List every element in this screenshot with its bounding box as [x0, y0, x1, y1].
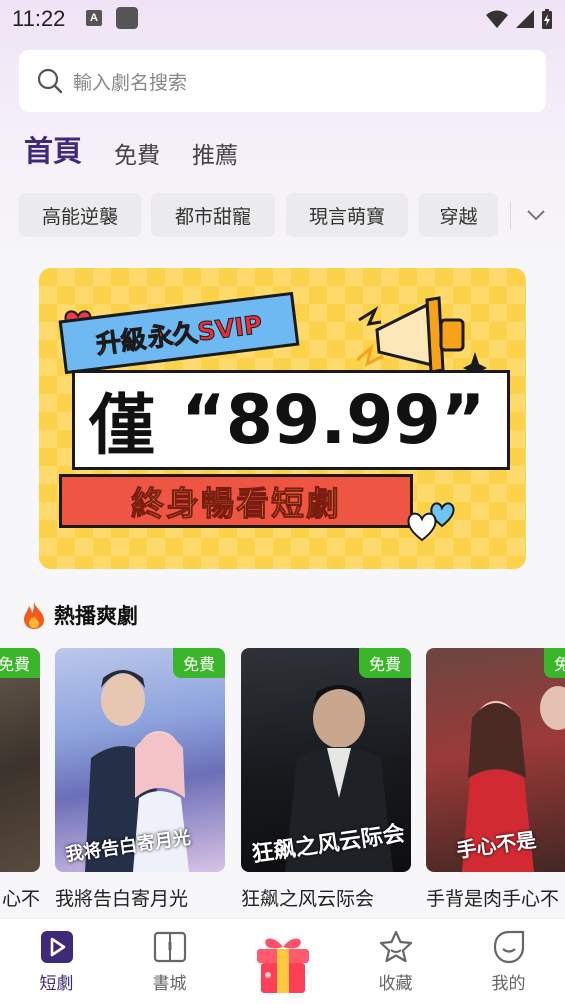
- top-tabs: 首頁 免費 推薦: [24, 128, 238, 170]
- megaphone-icon: [357, 296, 487, 380]
- bottom-tabbar: 短劇 書城 收藏 我的: [0, 918, 565, 1004]
- ribbon-prefix: 升級: [94, 324, 148, 360]
- play-icon: [40, 931, 73, 963]
- tab-free[interactable]: 免費: [114, 136, 160, 170]
- genre-chip[interactable]: 穿越: [419, 193, 498, 237]
- fire-icon: [24, 602, 44, 629]
- chip-divider: [510, 201, 511, 229]
- search-icon: [37, 68, 63, 94]
- drama-poster: 免費 狂飙之风云际会: [241, 648, 411, 872]
- drama-card[interactable]: 免費 心不: [0, 648, 40, 911]
- star-icon: [379, 930, 412, 963]
- profile-icon: [493, 930, 524, 964]
- price-value: “89.99”: [181, 380, 486, 460]
- tab-gift[interactable]: [226, 919, 339, 1004]
- tab-profile[interactable]: 我的: [452, 919, 565, 1004]
- tab-bookstore[interactable]: 書城: [113, 919, 226, 1004]
- drama-poster: 免費 我将告白寄月光: [55, 648, 225, 872]
- drama-card[interactable]: 免費 狂飙之风云际会 狂飙之风云际会: [241, 648, 411, 911]
- free-badge: 免費: [172, 648, 225, 678]
- promo-banner[interactable]: 升級 永久SVIP 僅 “89.99” 終身暢看短劇: [39, 268, 526, 569]
- drama-title: 狂飙之风云际会: [241, 888, 375, 910]
- notification-square-icon: [116, 7, 138, 29]
- status-bar: 11:22 A: [0, 0, 565, 40]
- battery-icon: [542, 9, 552, 29]
- tab-short-drama[interactable]: 短劇: [0, 919, 113, 1004]
- ribbon-highlight: 永久SVIP: [146, 309, 265, 353]
- drama-card[interactable]: 免費 手心不是 手背是肉手心不: [426, 648, 565, 911]
- chevron-down-icon[interactable]: [524, 203, 548, 227]
- genre-chip[interactable]: 現言萌寶: [286, 193, 408, 237]
- banner-subtitle: 終身暢看短劇: [131, 484, 341, 524]
- signal-icon: [516, 10, 534, 28]
- drama-poster: 免費: [0, 648, 40, 872]
- tab-home[interactable]: 首頁: [24, 128, 82, 170]
- genre-chips: 高能逆襲 都市甜寵 現言萌寶 穿越: [19, 193, 565, 237]
- drama-title: 手背是肉手心不: [426, 888, 560, 910]
- drama-card-list: 免費 心不 免費 我将告白寄月光 我將告白寄月光 免費 狂飙之风云际会 狂飙之风…: [0, 648, 565, 918]
- drama-title: 我將告白寄月光: [55, 888, 189, 910]
- genre-chip[interactable]: 都市甜寵: [151, 193, 275, 237]
- gift-icon: [256, 938, 309, 993]
- banner-ribbon: 升級 永久SVIP: [58, 291, 300, 375]
- genre-chip[interactable]: 高能逆襲: [19, 193, 141, 237]
- status-time: 11:22: [12, 6, 66, 31]
- banner-price-box: 僅 “89.99”: [72, 370, 510, 470]
- tab-label: 短劇: [39, 974, 74, 994]
- wifi-icon: [486, 10, 508, 28]
- free-badge: 免費: [543, 648, 565, 678]
- tab-label: 我的: [491, 974, 526, 994]
- search-placeholder: 輸入劇名搜索: [73, 71, 188, 94]
- drama-title: 心不: [1, 888, 40, 910]
- hot-section-header: 熱播爽劇: [20, 600, 138, 630]
- book-icon: [153, 931, 186, 963]
- banner-subtitle-box: 終身暢看短劇: [59, 474, 413, 528]
- drama-card[interactable]: 免費 我将告白寄月光 我將告白寄月光: [55, 648, 225, 911]
- tab-label: 收藏: [378, 974, 413, 994]
- free-badge: 免費: [358, 648, 411, 678]
- tab-label: 書城: [152, 974, 187, 994]
- drama-poster: 免費 手心不是: [426, 648, 565, 872]
- heart-icon: [407, 502, 455, 542]
- notification-a-icon: A: [86, 10, 102, 26]
- price-label: 僅: [89, 387, 155, 464]
- tab-favorites[interactable]: 收藏: [339, 919, 452, 1004]
- search-input[interactable]: 輸入劇名搜索: [19, 50, 546, 112]
- section-title: 熱播爽劇: [54, 604, 138, 628]
- tab-recommend[interactable]: 推薦: [192, 136, 238, 170]
- status-icons: [485, 8, 553, 30]
- free-badge: 免費: [0, 648, 40, 678]
